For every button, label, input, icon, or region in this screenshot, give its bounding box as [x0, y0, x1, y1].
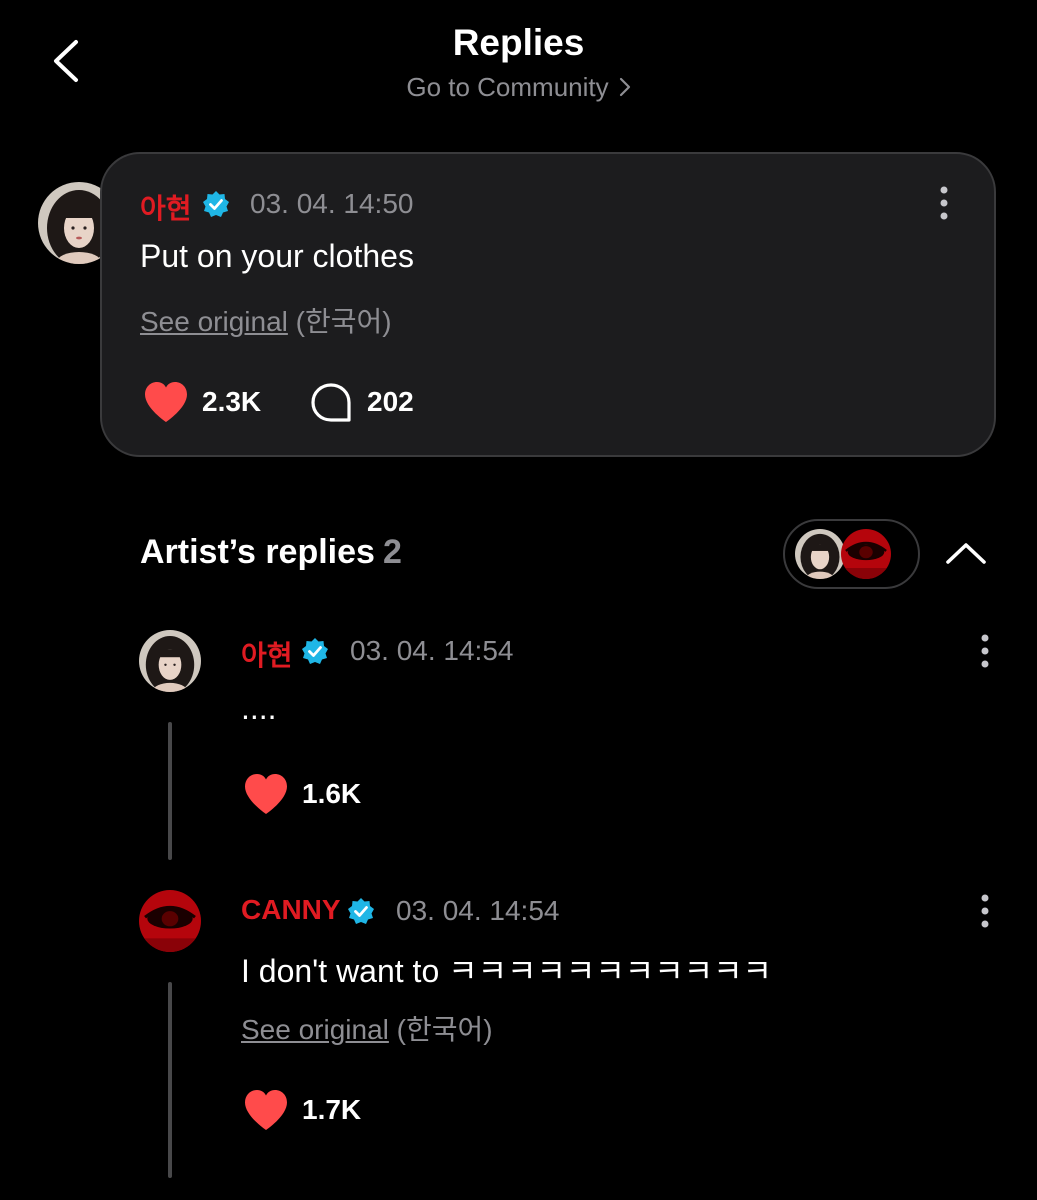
reply-text: .... — [241, 690, 277, 726]
reply-timestamp: 03. 04. 14:54 — [396, 895, 560, 926]
thread-line — [168, 722, 172, 860]
artist-replies-heading: Artist’s replies 2 — [140, 533, 402, 572]
chevron-up-icon[interactable] — [944, 538, 988, 568]
reply-author-avatar[interactable] — [139, 890, 201, 952]
post-card[interactable]: 아현 03. 04. 14:50 Put on your clothes See… — [100, 152, 996, 457]
original-language-label: (한국어) — [396, 1014, 493, 1045]
reply-author-name[interactable]: CANNY — [241, 894, 341, 926]
reply-like-count: 1.7K — [302, 1094, 362, 1125]
verified-badge-icon — [348, 898, 374, 924]
replies-screen: Replies Go to Community 아현 03. 04. 14:50… — [0, 0, 1037, 1200]
artist-replies-title: Artist’s replies — [140, 533, 375, 571]
more-vertical-icon[interactable] — [934, 184, 954, 224]
artist-replies-count: 2 — [382, 533, 402, 571]
post-author-name[interactable]: 아현 — [140, 187, 192, 227]
heart-icon[interactable] — [142, 380, 190, 424]
reply-author-name[interactable]: 아현 — [241, 634, 293, 674]
artist-avatar-canny — [841, 529, 891, 579]
see-original-link[interactable]: See original — [140, 306, 288, 337]
more-vertical-icon[interactable] — [975, 632, 995, 672]
verified-badge-icon — [203, 191, 229, 217]
community-link-label: Go to Community — [406, 72, 609, 102]
artist-avatars-pill[interactable] — [783, 519, 920, 589]
post-timestamp: 03. 04. 14:50 — [250, 188, 414, 219]
comment-bubble-icon[interactable] — [310, 382, 352, 424]
post-see-original: See original (한국어) — [140, 300, 392, 340]
reply-author-avatar[interactable] — [139, 630, 201, 692]
see-original-link[interactable]: See original — [241, 1014, 389, 1045]
reply-timestamp: 03. 04. 14:54 — [350, 635, 514, 666]
page-title: Replies — [452, 22, 585, 63]
thread-line — [168, 982, 172, 1178]
post-text: Put on your clothes — [140, 238, 414, 274]
original-language-label: (한국어) — [295, 306, 392, 337]
post-comment-count: 202 — [367, 386, 414, 417]
chevron-right-icon — [619, 74, 631, 105]
verified-badge-icon — [302, 638, 328, 664]
post-like-count: 2.3K — [202, 386, 262, 417]
heart-icon[interactable] — [242, 1088, 290, 1132]
more-vertical-icon[interactable] — [975, 892, 995, 932]
reply-like-count: 1.6K — [302, 778, 362, 809]
artist-avatar-ahyeon — [795, 529, 845, 579]
go-to-community-link[interactable]: Go to Community — [0, 72, 1037, 105]
reply-see-original: See original (한국어) — [241, 1008, 493, 1048]
reply-text: I don't want to ㅋㅋㅋㅋㅋㅋㅋㅋㅋㅋㅋ — [241, 953, 772, 989]
heart-icon[interactable] — [242, 772, 290, 816]
